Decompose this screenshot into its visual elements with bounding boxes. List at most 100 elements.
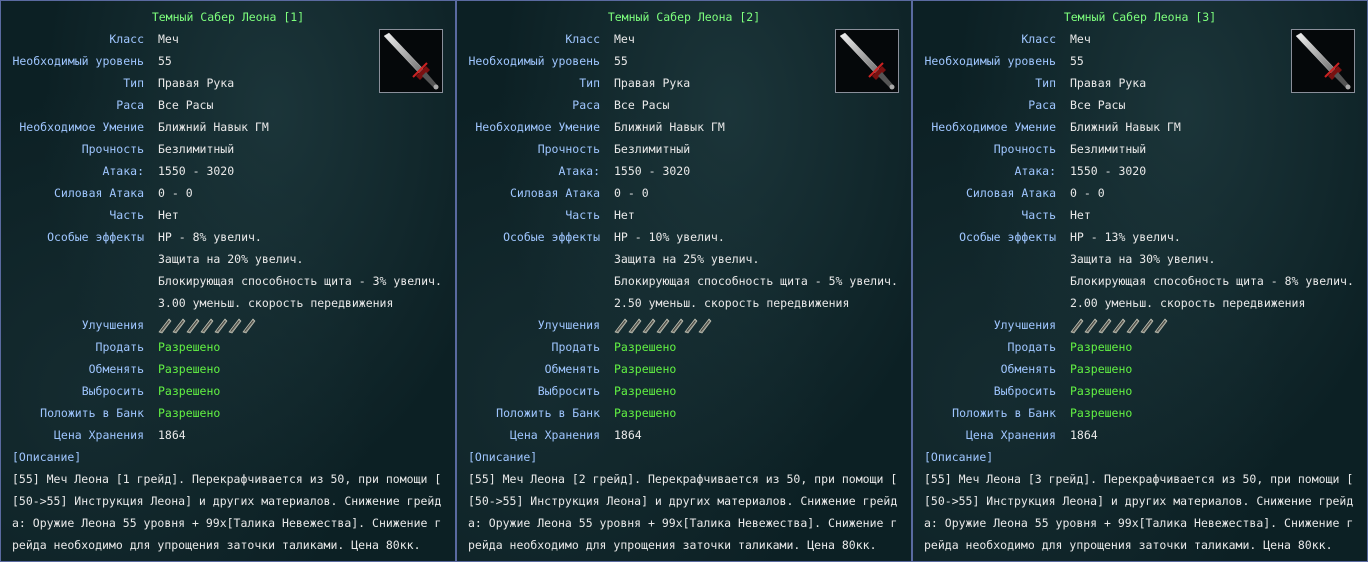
upgrade-gem-icon [614, 318, 628, 334]
stat-label: Выбросить [537, 384, 600, 398]
description-header: [Описание] [12, 450, 82, 464]
stat-row-attack: Атака: 1550 - 3020 [457, 160, 911, 182]
effect-line: 3.00 уменьш. скорость передвижения [158, 296, 394, 310]
stat-label: Цена Хранения [509, 428, 600, 442]
stat-row-part: Часть Нет [913, 204, 1367, 226]
stat-label: Часть [109, 208, 144, 222]
stat-row-storage-price: Цена Хранения 1864 [913, 424, 1367, 446]
permission-value: Разрешено [614, 340, 677, 354]
permission-value: Разрешено [158, 362, 221, 376]
permission-value: Разрешено [614, 362, 677, 376]
item-title: Темный Сабер Леона [2] [607, 10, 761, 24]
effect-row: Блокирующая способность щита - 3% увелич… [1, 270, 455, 292]
description-row: рейда необходимо для упрощения заточки т… [1, 534, 455, 556]
permission-value: Разрешено [1070, 362, 1133, 376]
description-line: а: Оружие Леона 55 уровня + 99х[Талика Н… [924, 516, 1354, 530]
stat-label: Атака: [1014, 164, 1056, 178]
stat-label: Необходимый уровень [468, 54, 600, 68]
stat-row-power-attack: Силовая Атака 0 - 0 [913, 182, 1367, 204]
upgrade-gem-icon [200, 318, 214, 334]
stat-row-durability: Прочность Безлимитный [457, 138, 911, 160]
stat-label: Обменять [88, 362, 144, 376]
upgrade-gem-icon [698, 318, 712, 334]
stat-label: Силовая Атака [509, 186, 600, 200]
stat-row-type: Тип Правая Рука [913, 72, 1367, 94]
stat-value: 55 [614, 54, 628, 68]
stat-row-skill: Необходимое Умение Ближний Навык ГМ [457, 116, 911, 138]
upgrade-gem-icon [1112, 318, 1126, 334]
stat-value: 55 [158, 54, 172, 68]
stat-label: Тип [579, 76, 600, 90]
stat-value: 1550 - 3020 [158, 164, 235, 178]
description-line: [55] Меч Леона [2 грейд]. Перекрафчивает… [468, 472, 898, 486]
description-row: а: Оружие Леона 55 уровня + 99х[Талика Н… [913, 512, 1367, 534]
effect-row: Защита на 30% увелич. [913, 248, 1367, 270]
description-row: [55] Меч Леона [3 грейд]. Перекрафчивает… [913, 468, 1367, 490]
stat-row-power-attack: Силовая Атака 0 - 0 [457, 182, 911, 204]
description-line: [55] Меч Леона [1 грейд]. Перекрафчивает… [12, 472, 442, 486]
effect-line: Блокирующая способность щита - 3% увелич… [158, 274, 442, 288]
stat-value: Нет [158, 208, 179, 222]
stat-label: Прочность [993, 142, 1056, 156]
stat-value: Ближний Навык ГМ [614, 120, 725, 134]
permission-value: Разрешено [614, 384, 677, 398]
stat-label: Раса [572, 98, 600, 112]
description-line: а: Оружие Леона 55 уровня + 99х[Талика Н… [12, 516, 442, 530]
description-line: рейда необходимо для упрощения заточки т… [924, 538, 1333, 552]
stat-value: 0 - 0 [158, 186, 193, 200]
description-row: [50->55] Инструкция Леона] и других мате… [457, 490, 911, 512]
stat-row-skill: Необходимое Умение Ближний Навык ГМ [1, 116, 455, 138]
stat-row-trade: Обменять Разрешено [913, 358, 1367, 380]
stat-value: Меч [158, 32, 179, 46]
upgrade-gem-icon [1084, 318, 1098, 334]
stat-row-attack: Атака: 1550 - 3020 [913, 160, 1367, 182]
description-line: а: Оружие Леона 55 уровня + 99х[Талика Н… [468, 516, 898, 530]
stat-row-class: Класс Меч [1, 28, 455, 50]
stat-row-effects: Особые эффекты HP - 13% увелич. [913, 226, 1367, 248]
stat-row-bank: Положить в Банк Разрешено [457, 402, 911, 424]
upgrade-slots [614, 318, 712, 334]
stat-row-upgrades: Улучшения [457, 314, 911, 336]
description-header-row: [Описание] [457, 446, 911, 468]
stat-row-type: Тип Правая Рука [457, 72, 911, 94]
upgrade-gem-icon [1140, 318, 1154, 334]
stat-value: 1864 [158, 428, 186, 442]
upgrade-gem-icon [684, 318, 698, 334]
stat-label: Особые эффекты [959, 230, 1056, 244]
stat-row-effects: Особые эффекты HP - 10% увелич. [457, 226, 911, 248]
stat-label: Атака: [102, 164, 144, 178]
item-title: Темный Сабер Леона [3] [1063, 10, 1217, 24]
stat-value: Безлимитный [1070, 142, 1147, 156]
stat-row-durability: Прочность Безлимитный [1, 138, 455, 160]
stat-label: Силовая Атака [53, 186, 144, 200]
stat-label: Выбросить [81, 384, 144, 398]
description-line: [50->55] Инструкция Леона] и других мате… [468, 494, 898, 508]
effect-line: Защита на 20% увелич. [158, 252, 304, 266]
stat-label: Атака: [558, 164, 600, 178]
stat-value: Ближний Навык ГМ [1070, 120, 1181, 134]
effect-line: HP - 8% увелич. [158, 230, 262, 244]
item-tooltip-panel: Темный Сабер Леона [1] Класс Меч Необходимы… [0, 0, 456, 562]
stat-label: Часть [565, 208, 600, 222]
stat-value: 0 - 0 [614, 186, 649, 200]
stat-row-trade: Обменять Разрешено [457, 358, 911, 380]
description-row: [50->55] Инструкция Леона] и других мате… [913, 490, 1367, 512]
stat-label: Класс [1021, 32, 1056, 46]
stat-row-storage-price: Цена Хранения 1864 [1, 424, 455, 446]
stat-label: Положить в Банк [40, 406, 144, 420]
stat-label: Особые эффекты [47, 230, 144, 244]
stat-row-skill: Необходимое Умение Ближний Навык ГМ [913, 116, 1367, 138]
stat-row-sell: Продать Разрешено [913, 336, 1367, 358]
upgrade-gem-icon [228, 318, 242, 334]
stat-label: Необходимый уровень [924, 54, 1056, 68]
description-line: [55] Меч Леона [3 грейд]. Перекрафчивает… [924, 472, 1354, 486]
stat-label: Необходимое Умение [19, 120, 144, 134]
stat-row-class: Класс Меч [457, 28, 911, 50]
item-tooltip-panel: Темный Сабер Леона [2] Класс Меч Необходимы… [456, 0, 912, 562]
effect-line: HP - 10% увелич. [614, 230, 725, 244]
stat-value: Все Расы [1070, 98, 1126, 112]
stat-value: Все Расы [614, 98, 670, 112]
item-tooltip-panel: Темный Сабер Леона [3] Класс Меч Необходимы… [912, 0, 1368, 562]
description-row: [55] Меч Леона [2 грейд]. Перекрафчивает… [457, 468, 911, 490]
stat-label: Улучшения [537, 318, 600, 332]
